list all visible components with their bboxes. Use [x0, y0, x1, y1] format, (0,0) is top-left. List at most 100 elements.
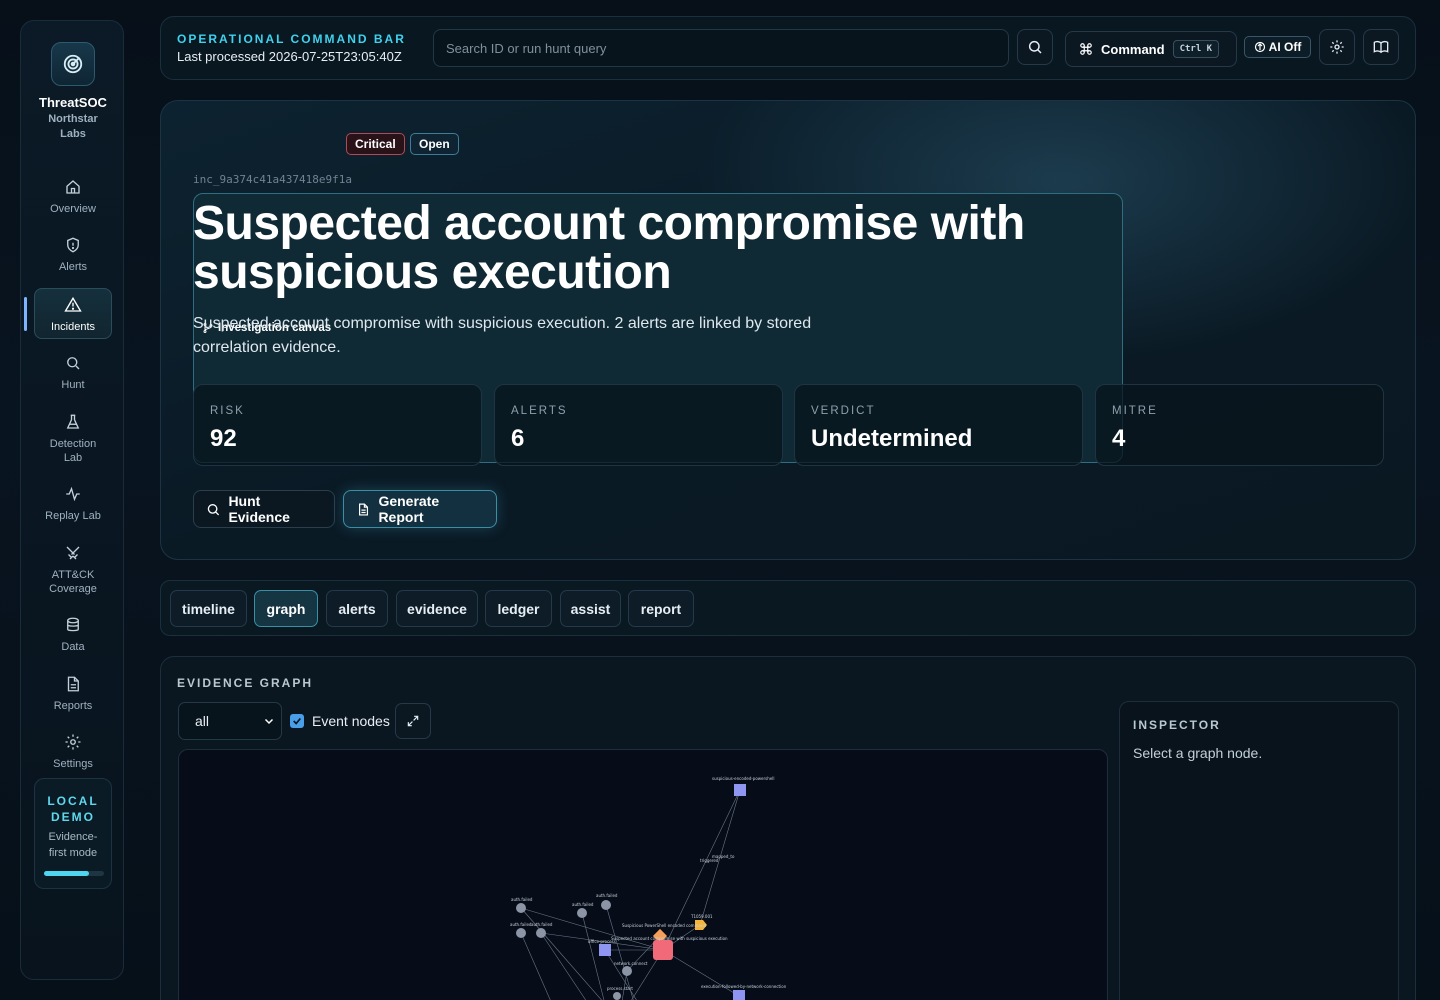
chevron-down-icon — [264, 718, 274, 725]
document-icon — [359, 502, 369, 516]
sidebar-item-hunt[interactable]: Hunt — [34, 354, 112, 392]
incident-tabs: timeline graph alerts evidence ledger as… — [160, 580, 1416, 636]
node-label: Suspicious PowerShell encoded command — [622, 923, 706, 928]
search-icon — [1028, 40, 1042, 54]
evidence-graph-panel: EVIDENCE GRAPH all Event nodes triggered… — [160, 656, 1416, 1000]
book-icon — [1373, 40, 1389, 54]
flask-icon — [66, 414, 80, 429]
tab-assist[interactable]: assist — [560, 590, 621, 627]
sidebar-item-detection-lab[interactable]: Detection Lab — [34, 413, 112, 465]
stat-value: 6 — [511, 425, 525, 452]
graph-svg[interactable]: triggered mapped_to suspicious-encoded-p… — [179, 750, 1108, 1000]
node-label: office-process — [588, 939, 616, 944]
search-input[interactable] — [433, 29, 1009, 67]
gear-icon — [65, 734, 81, 750]
event-nodes-checkbox[interactable] — [290, 714, 304, 728]
search-icon — [207, 503, 220, 515]
event-node[interactable] — [516, 928, 526, 938]
incident-node[interactable] — [653, 940, 673, 960]
demo-progress — [44, 871, 104, 876]
stat-risk: RISK 92 — [193, 384, 482, 466]
alert-node[interactable] — [599, 944, 611, 956]
status-badge: Open — [410, 133, 459, 155]
node-label: suspicious-encoded-powershell — [712, 776, 774, 781]
demo-progress-fill — [44, 871, 89, 876]
severity-badge: Critical — [346, 133, 405, 155]
event-nodes-label[interactable]: Event nodes — [312, 713, 390, 729]
ai-label: AI Off — [1268, 40, 1302, 54]
sidebar-item-replay-lab[interactable]: Replay Lab — [34, 485, 112, 523]
docs-button[interactable] — [1363, 29, 1399, 65]
sidebar-item-label: Detection Lab — [49, 438, 97, 464]
tab-alerts[interactable]: alerts — [326, 590, 388, 627]
event-node[interactable] — [601, 900, 611, 910]
incident-hero: Investigation canvas Critical Open inc_9… — [160, 100, 1416, 560]
command-key-icon — [1080, 43, 1092, 55]
generate-report-button[interactable]: Generate Report — [343, 490, 497, 528]
settings-button[interactable] — [1319, 29, 1355, 65]
sidebar: ThreatSOC Northstar Labs Overview Alerts… — [20, 20, 124, 980]
home-icon — [66, 180, 80, 194]
ai-icon — [1254, 41, 1265, 53]
stat-verdict: VERDICT Undetermined — [794, 384, 1083, 466]
command-label: Command — [1101, 41, 1165, 57]
event-node[interactable] — [613, 992, 621, 1000]
sidebar-item-reports[interactable]: Reports — [34, 675, 112, 713]
sidebar-item-label: Incidents — [50, 321, 96, 333]
ai-toggle-button[interactable]: AI Off — [1244, 36, 1311, 58]
sidebar-item-label: Overview — [50, 203, 96, 215]
stat-label: MITRE — [1112, 405, 1158, 417]
node-label: auth.failed — [510, 922, 532, 927]
search-button[interactable] — [1017, 29, 1053, 65]
sidebar-item-alerts[interactable]: Alerts — [34, 236, 112, 274]
shield-icon — [67, 237, 79, 253]
sidebar-item-data[interactable]: Data — [34, 616, 112, 654]
node-label: T1059.001 — [690, 914, 713, 919]
stat-mitre: MITRE 4 — [1095, 384, 1384, 466]
sidebar-item-incidents[interactable]: Incidents — [34, 288, 112, 339]
tab-evidence[interactable]: evidence — [396, 590, 478, 627]
sidebar-item-settings[interactable]: Settings — [34, 733, 112, 771]
alert-node[interactable] — [734, 784, 746, 796]
stat-alerts: ALERTS 6 — [494, 384, 783, 466]
event-node[interactable] — [516, 903, 526, 913]
graph-canvas[interactable]: triggered mapped_to suspicious-encoded-p… — [178, 749, 1108, 1000]
sidebar-item-overview[interactable]: Overview — [34, 178, 112, 216]
node-label: execution-followed-by-network-connection — [701, 984, 787, 989]
alert-node[interactable] — [733, 990, 745, 1000]
tab-timeline[interactable]: timeline — [170, 590, 247, 627]
command-palette-button[interactable]: Command Ctrl K — [1065, 31, 1237, 67]
node-label: process.start — [607, 986, 633, 991]
sidebar-item-label: Replay Lab — [45, 510, 101, 522]
tab-report[interactable]: report — [628, 590, 694, 627]
stat-label: RISK — [210, 405, 245, 417]
edge-label: mapped_to — [712, 854, 735, 859]
check-icon — [293, 717, 301, 725]
org-name: Northstar Labs — [48, 113, 98, 140]
stat-value: Undetermined — [811, 425, 973, 452]
tab-graph[interactable]: graph — [254, 590, 318, 627]
sidebar-item-label: Reports — [53, 700, 93, 712]
hunt-evidence-button[interactable]: Hunt Evidence — [193, 490, 335, 528]
shortcut-badge: Ctrl K — [1172, 40, 1220, 58]
button-label: Hunt Evidence — [228, 493, 290, 525]
sidebar-item-label: Hunt — [61, 379, 85, 391]
pulse-icon — [66, 486, 80, 502]
event-node[interactable] — [577, 908, 587, 918]
expand-graph-button[interactable] — [395, 703, 431, 739]
event-node[interactable] — [536, 928, 546, 938]
event-node[interactable] — [622, 966, 632, 976]
logo[interactable] — [51, 42, 95, 86]
node-label: auth.failed — [511, 897, 533, 902]
graph-filter-select[interactable]: all — [178, 702, 282, 740]
demo-subtitle: Evidence-first mode — [48, 831, 98, 859]
expand-icon — [407, 715, 419, 727]
sidebar-item-attack-coverage[interactable]: ATT&CK Coverage — [34, 544, 112, 596]
tab-ledger[interactable]: ledger — [485, 590, 552, 627]
radar-icon — [63, 54, 83, 74]
brand: ThreatSOC Northstar Labs — [21, 95, 125, 142]
swords-icon — [66, 546, 80, 560]
incident-description: Suspected account compromise with suspic… — [193, 315, 812, 356]
sidebar-item-label: Data — [61, 641, 85, 653]
gear-icon — [1330, 40, 1344, 54]
